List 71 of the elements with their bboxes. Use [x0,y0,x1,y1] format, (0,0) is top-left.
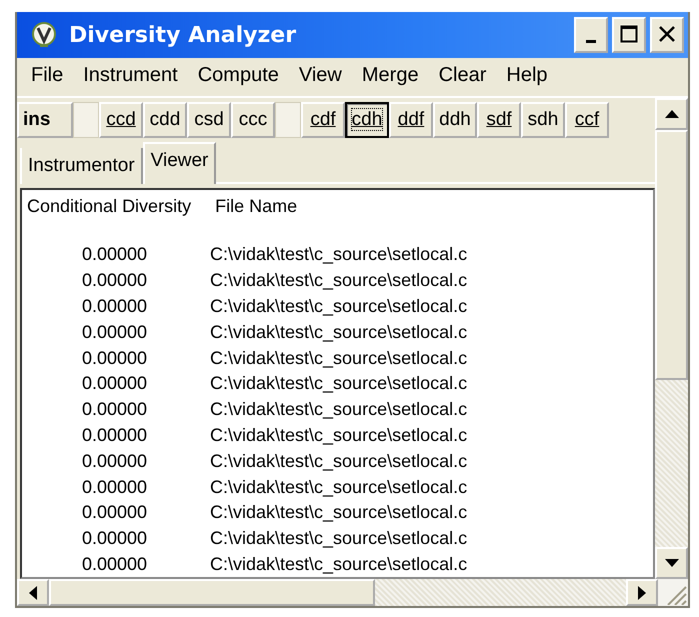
table-cell: C:\vidak\test\c_source\setlocal.c [210,373,468,394]
maximize-button[interactable] [612,17,646,53]
up-arrow-icon [664,110,678,118]
menu-item[interactable]: View [294,64,352,96]
table-cell: C:\vidak\test\c_source\setlocal.c [210,528,468,550]
toolbar-button[interactable]: cdd [143,102,187,138]
table-cell: C:\vidak\test\c_source\setlocal.c [210,399,468,420]
table-cell: C:\vidak\test\c_source\setlocal.c [210,502,468,524]
minimize-button[interactable] [574,17,608,53]
column-header: File Name [215,196,298,218]
table-cell-text: 0.00000 [81,476,148,498]
toolbar-spacer [73,102,99,138]
table-cell: C:\vidak\test\c_source\setlocal.c [210,476,468,498]
toolbar-spacer [275,102,301,138]
table-cell: C:\vidak\test\c_source\setlocal.c [210,554,468,575]
toolbar-button[interactable]: cdh [345,102,389,138]
tab[interactable]: Instrumentor [20,148,143,184]
table-cell: C:\vidak\test\c_source\setlocal.c [210,450,468,472]
toolbar-button[interactable]: sdh [521,102,565,138]
table-cell-text: 0.00000 [81,424,148,446]
toolbar-button[interactable]: ins [17,102,73,138]
menu-item[interactable]: Instrument [79,64,188,96]
toolbar-button[interactable]: ccf [565,102,609,138]
table-cell-text: 0.00000 [81,373,148,394]
scroll-down-button[interactable] [655,547,688,579]
tab[interactable]: Viewer [142,142,216,184]
menu-item[interactable]: Clear [434,64,496,96]
toolbar-button[interactable]: ccc [231,102,275,138]
table-cell-text: 0.00000 [81,554,148,575]
table-cell-text: 0.00000 [81,296,148,317]
scroll-thumb[interactable] [49,579,375,606]
table-cell-text: 0.00000 [81,450,148,472]
table-cell-text: 0.00000 [81,270,148,292]
horizontal-scrollbar[interactable] [17,579,688,606]
scroll-right-button[interactable] [626,579,658,606]
minimize-icon [586,40,596,43]
toolbar-button[interactable]: ddh [433,102,477,138]
scroll-up-button[interactable] [655,98,688,130]
close-button[interactable] [650,17,684,53]
menu-item[interactable]: Compute [194,64,289,96]
left-arrow-icon [29,586,37,600]
scroll-thumb[interactable] [655,130,688,380]
table-cell: C:\vidak\test\c_source\setlocal.c [210,296,468,317]
table-cell: C:\vidak\test\c_source\setlocal.c [210,244,468,266]
toolbar-button[interactable]: csd [187,102,231,138]
table-cell: C:\vidak\test\c_source\setlocal.c [210,270,468,292]
table-cell-text: 0.00000 [81,348,148,369]
scroll-left-button[interactable] [17,579,49,606]
menu-item[interactable]: Merge [358,64,429,96]
column-header: Conditional Diversity [27,196,192,218]
table-cell-text: 0.00000 [81,244,148,266]
menu-item[interactable]: Help [502,64,558,96]
table-cell-text: 0.00000 [81,322,148,343]
table-cell: C:\vidak\test\c_source\setlocal.c [210,322,468,343]
toolbar-button[interactable]: cdf [301,102,345,138]
vertical-scrollbar[interactable] [655,98,688,579]
close-icon [658,25,676,43]
table-cell-text: 0.00000 [81,399,148,420]
toolbar-button[interactable]: sdf [477,102,521,138]
app-icon [31,22,57,48]
table-cell-text: 0.00000 [81,502,148,524]
toolbar-button[interactable]: ddf [389,102,433,138]
right-arrow-icon [638,586,646,600]
maximize-icon [620,25,638,43]
menu-item[interactable]: File [27,64,74,96]
window-title: Diversity Analyzer [69,22,298,48]
toolbar-button[interactable]: ccd [99,102,143,138]
down-arrow-icon [664,559,678,567]
table-cell-text: 0.00000 [81,528,148,550]
table-cell: C:\vidak\test\c_source\setlocal.c [210,424,468,446]
table-cell: C:\vidak\test\c_source\setlocal.c [210,348,468,369]
